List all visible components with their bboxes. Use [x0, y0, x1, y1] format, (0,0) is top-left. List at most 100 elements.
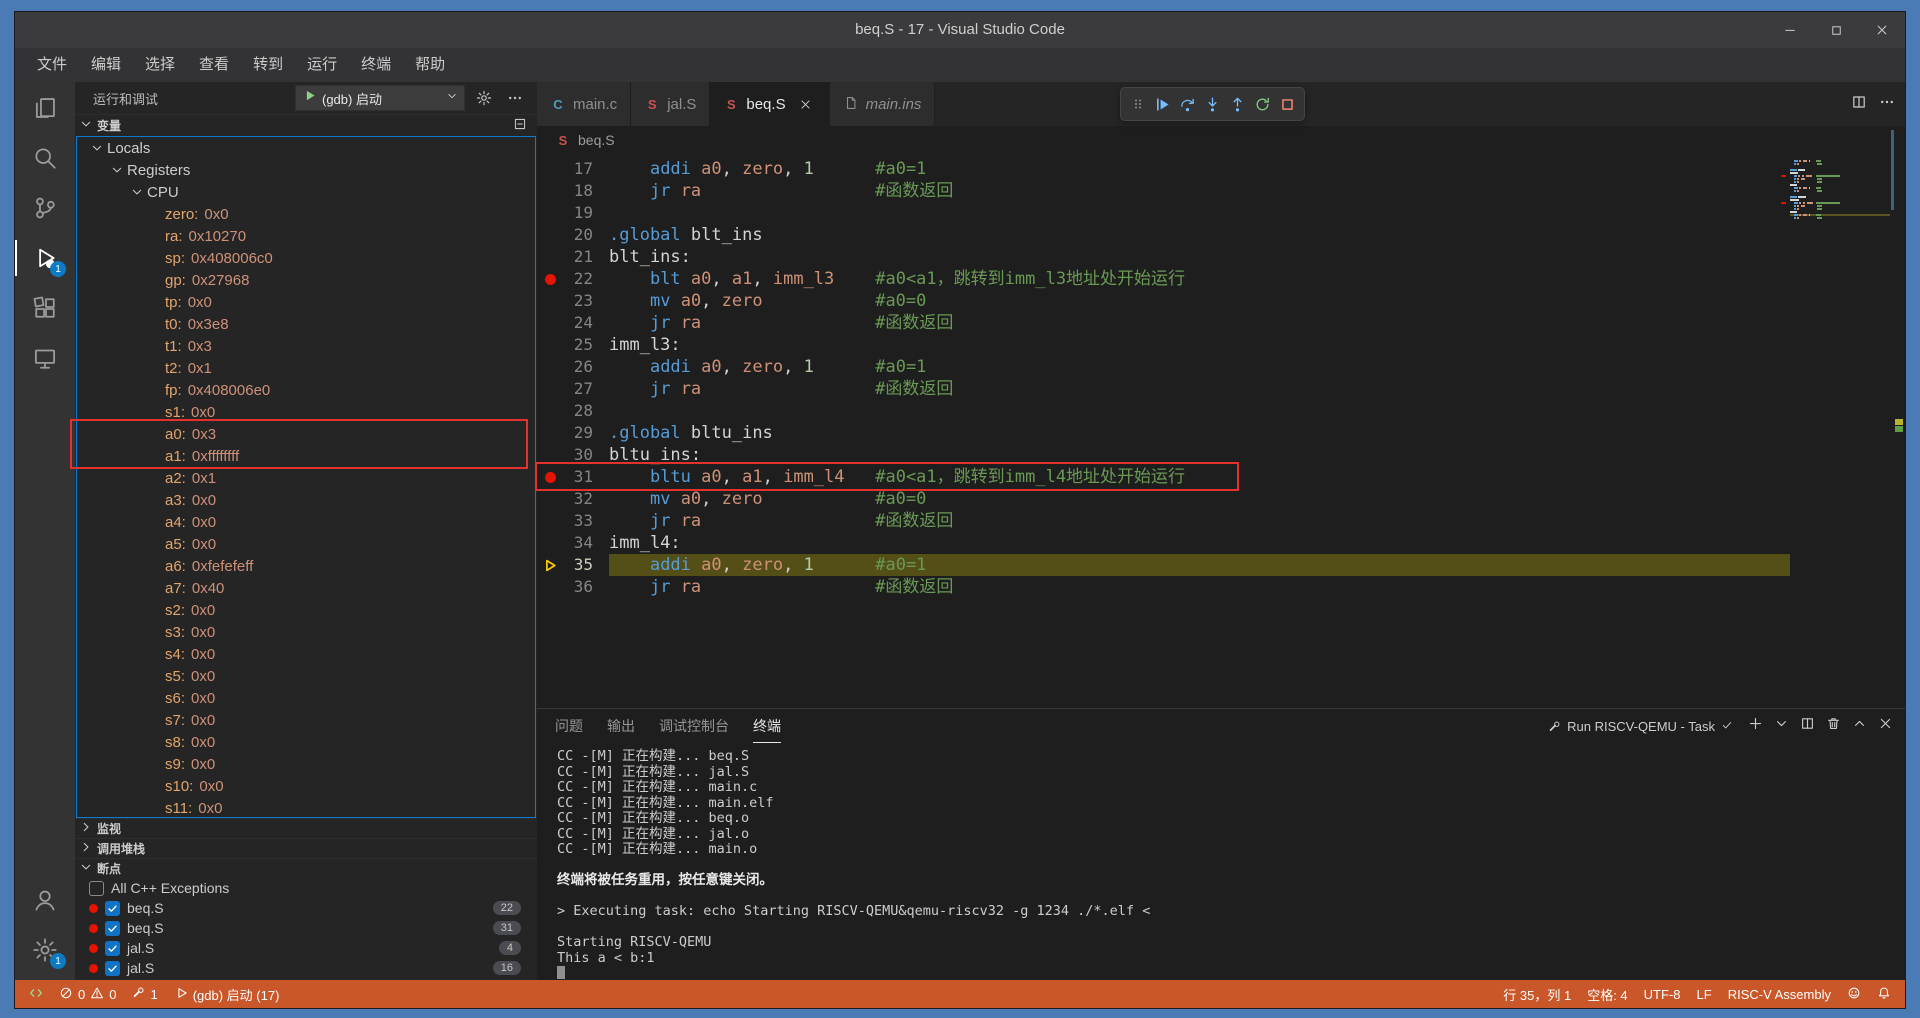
line-content[interactable] — [609, 202, 1790, 224]
minimap-slider[interactable] — [1891, 130, 1894, 210]
variable-row-t2[interactable]: t2:0x1 — [77, 357, 535, 379]
panel-tab-输出[interactable]: 输出 — [607, 710, 635, 743]
code-line-18[interactable]: 18 jr ra #函数返回 — [537, 180, 1905, 202]
variable-row-a1[interactable]: a1:0xffffffff — [77, 445, 535, 467]
activity-item-explorer[interactable] — [15, 84, 75, 132]
terminal-dropdown-icon[interactable] — [1774, 716, 1789, 736]
notifications-indicator[interactable] — [1869, 980, 1899, 1008]
current-line-arrow[interactable] — [537, 557, 563, 574]
variable-row-t0[interactable]: t0:0x3e8 — [77, 313, 535, 335]
tab-main.ins[interactable]: main.ins — [830, 82, 936, 126]
variable-row-a7[interactable]: a7:0x40 — [77, 577, 535, 599]
variable-row-gp[interactable]: gp:0x27968 — [77, 269, 535, 291]
minimize-button[interactable] — [1767, 12, 1813, 48]
breakpoint-checkbox[interactable] — [89, 881, 104, 896]
line-content[interactable]: jr ra #函数返回 — [609, 180, 1790, 202]
menu-item-终端[interactable]: 终端 — [349, 52, 403, 78]
eol-indicator[interactable]: LF — [1689, 980, 1720, 1008]
line-content[interactable]: mv a0, zero #a0=0 — [609, 488, 1790, 510]
panel-tab-调试控制台[interactable]: 调试控制台 — [659, 710, 729, 743]
cursor-position-indicator[interactable]: 行 35，列 1 — [1495, 980, 1579, 1008]
feedback-indicator[interactable] — [1839, 980, 1869, 1008]
code-line-20[interactable]: 20.global blt_ins — [537, 224, 1905, 246]
debug-session-indicator[interactable]: (gdb) 启动 (17) — [166, 980, 288, 1008]
variable-row-a3[interactable]: a3:0x0 — [77, 489, 535, 511]
breakpoint-row-jal.S[interactable]: jal.S4 — [75, 938, 537, 958]
code-line-34[interactable]: 34imm_l4: — [537, 532, 1905, 554]
step-over-button[interactable] — [1175, 90, 1200, 118]
panel-tab-问题[interactable]: 问题 — [555, 710, 583, 743]
collapse-all-icon[interactable] — [513, 117, 527, 134]
variable-row-a6[interactable]: a6:0xfefefeff — [77, 555, 535, 577]
panel-tab-终端[interactable]: 终端 — [753, 710, 781, 743]
line-content[interactable]: jr ra #函数返回 — [609, 576, 1790, 598]
activity-item-search[interactable] — [15, 134, 75, 182]
section-watch-header[interactable]: 监视 — [75, 818, 537, 838]
code-line-24[interactable]: 24 jr ra #函数返回 — [537, 312, 1905, 334]
tab-close-icon[interactable] — [796, 94, 816, 114]
code-line-21[interactable]: 21blt_ins: — [537, 246, 1905, 268]
line-content[interactable]: .global bltu_ins — [609, 422, 1790, 444]
activity-item-accounts[interactable] — [15, 876, 75, 924]
task-indicator[interactable]: 1 — [124, 980, 165, 1008]
breakpoint-checkbox[interactable] — [105, 921, 120, 936]
variable-row-a2[interactable]: a2:0x1 — [77, 467, 535, 489]
variable-row-tp[interactable]: tp:0x0 — [77, 291, 535, 313]
variable-row-s7[interactable]: s7:0x0 — [77, 709, 535, 731]
code-line-30[interactable]: 30bltu_ins: — [537, 444, 1905, 466]
section-callstack-header[interactable]: 调用堆栈 — [75, 838, 537, 858]
split-terminal-icon[interactable] — [1800, 716, 1815, 736]
close-panel-icon[interactable] — [1878, 716, 1893, 736]
continue-button[interactable] — [1150, 90, 1175, 118]
variable-row-s1[interactable]: s1:0x0 — [77, 401, 535, 423]
code-line-29[interactable]: 29.global bltu_ins — [537, 422, 1905, 444]
line-content[interactable]: blt_ins: — [609, 246, 1790, 268]
variable-row-s2[interactable]: s2:0x0 — [77, 599, 535, 621]
step-out-button[interactable] — [1225, 90, 1250, 118]
breakpoint-row-beq.S[interactable]: beq.S31 — [75, 918, 537, 938]
split-editor-icon[interactable] — [1851, 94, 1867, 115]
line-content[interactable]: blt a0, a1, imm_l3 #a0<a1，跳转到imm_l3地址处开始… — [609, 268, 1790, 290]
line-content[interactable]: jr ra #函数返回 — [609, 378, 1790, 400]
line-content[interactable]: mv a0, zero #a0=0 — [609, 290, 1790, 312]
variable-row-s9[interactable]: s9:0x0 — [77, 753, 535, 775]
indentation-indicator[interactable]: 空格: 4 — [1579, 980, 1635, 1008]
breakpoint-checkbox[interactable] — [105, 941, 120, 956]
code-line-17[interactable]: 17 addi a0, zero, 1 #a0=1 — [537, 158, 1905, 180]
code-line-25[interactable]: 25imm_l3: — [537, 334, 1905, 356]
variable-row-s4[interactable]: s4:0x0 — [77, 643, 535, 665]
breakpoint-row-beq.S[interactable]: beq.S22 — [75, 898, 537, 918]
close-button[interactable] — [1859, 12, 1905, 48]
restart-button[interactable] — [1250, 90, 1275, 118]
step-into-button[interactable] — [1200, 90, 1225, 118]
menu-item-选择[interactable]: 选择 — [133, 52, 187, 78]
scope-row-CPU[interactable]: CPU — [77, 181, 535, 203]
new-terminal-icon[interactable] — [1748, 716, 1763, 736]
activity-item-source-control[interactable] — [15, 184, 75, 232]
activity-item-run-debug[interactable]: 1 — [15, 234, 75, 282]
code-line-27[interactable]: 27 jr ra #函数返回 — [537, 378, 1905, 400]
code-line-31[interactable]: 31 bltu a0, a1, imm_l4 #a0<a1，跳转到imm_l4地… — [537, 466, 1905, 488]
variable-row-a0[interactable]: a0:0x3 — [77, 423, 535, 445]
variable-row-a4[interactable]: a4:0x0 — [77, 511, 535, 533]
launch-config-dropdown[interactable]: (gdb) 启动 — [295, 85, 465, 111]
breakpoint-checkbox[interactable] — [105, 901, 120, 916]
line-content[interactable]: addi a0, zero, 1 #a0=1 — [609, 158, 1790, 180]
code-line-23[interactable]: 23 mv a0, zero #a0=0 — [537, 290, 1905, 312]
variable-row-ra[interactable]: ra:0x10270 — [77, 225, 535, 247]
variable-row-s5[interactable]: s5:0x0 — [77, 665, 535, 687]
problems-indicator[interactable]: 0 0 — [51, 980, 124, 1008]
line-content[interactable]: bltu_ins: — [609, 444, 1790, 466]
tab-jal.S[interactable]: Sjal.S — [631, 82, 710, 126]
breakpoint-row-All C++ Exceptions[interactable]: All C++ Exceptions — [75, 878, 537, 898]
variable-row-fp[interactable]: fp:0x408006e0 — [77, 379, 535, 401]
stop-button[interactable] — [1275, 90, 1300, 118]
kill-terminal-icon[interactable] — [1826, 716, 1841, 736]
line-content[interactable]: jr ra #函数返回 — [609, 510, 1790, 532]
breakpoint-row-jal.S[interactable]: jal.S16 — [75, 958, 537, 978]
breakpoint-glyph[interactable] — [537, 472, 563, 483]
terminal-instance-label[interactable]: Run RISCV-QEMU - Task — [1548, 719, 1733, 734]
line-content[interactable]: .global blt_ins — [609, 224, 1790, 246]
tab-beq.S[interactable]: Sbeq.S — [710, 82, 829, 126]
section-variables-header[interactable]: 变量 — [75, 114, 537, 136]
